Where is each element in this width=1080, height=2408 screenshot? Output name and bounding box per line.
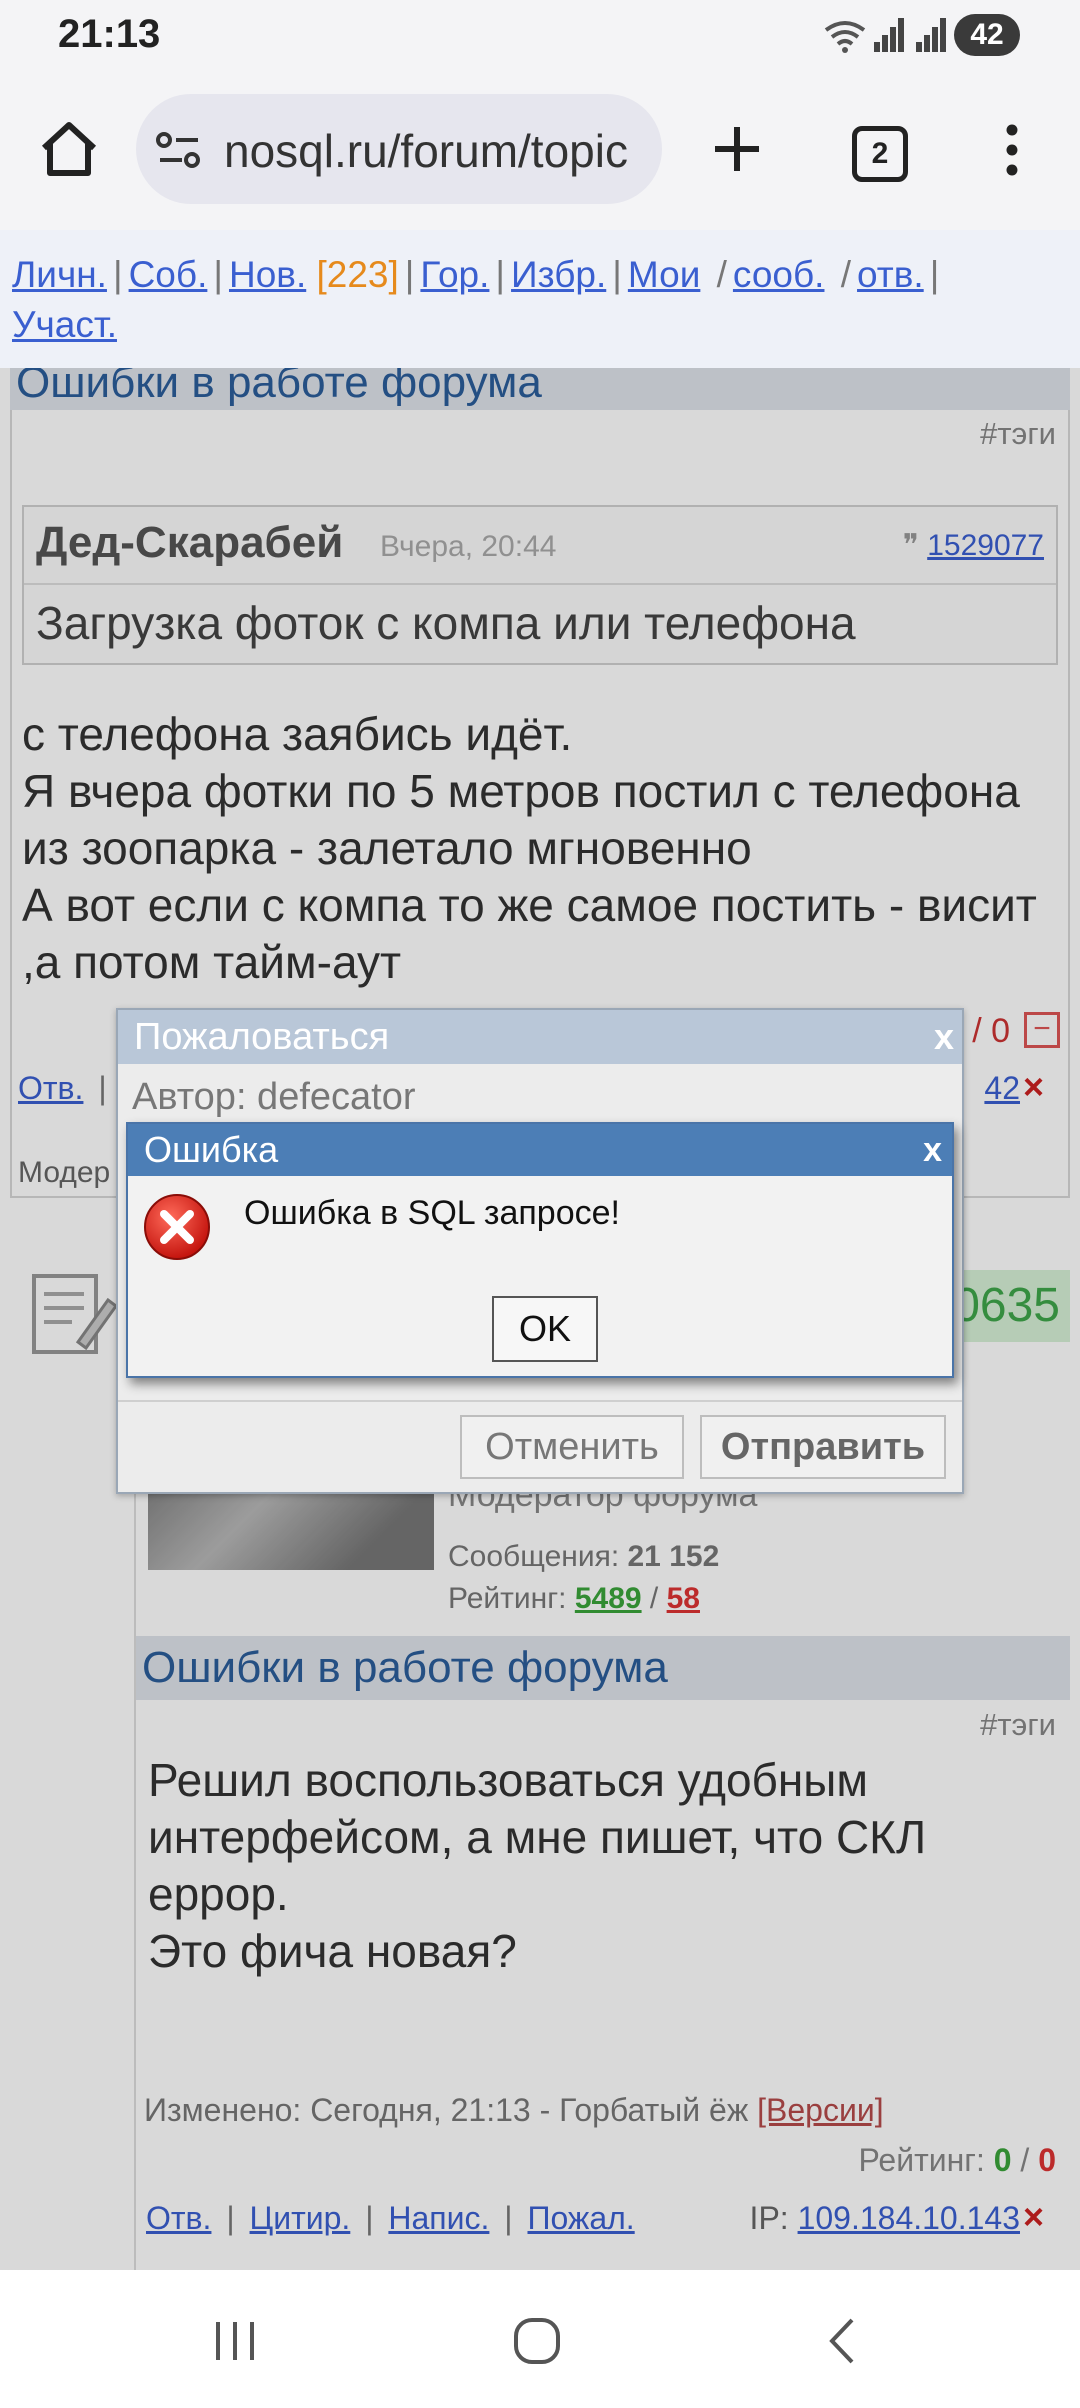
nav-participation[interactable]: Участ. <box>12 304 117 345</box>
url-text[interactable]: nosql.ru/forum/topic <box>224 124 628 178</box>
recent-apps-icon[interactable] <box>212 2318 258 2364</box>
signal-icon-1 <box>874 18 904 52</box>
nav-favorites[interactable]: Избр. <box>511 254 606 295</box>
complain-author: Автор: defecator <box>132 1076 416 1118</box>
send-button[interactable]: Отправить <box>700 1415 946 1479</box>
more-menu-icon[interactable] <box>1000 124 1024 176</box>
error-icon <box>142 1192 212 1262</box>
nav-personal[interactable]: Личн. <box>12 254 107 295</box>
error-dialog-title: Ошибка <box>128 1124 952 1176</box>
wifi-icon <box>822 18 868 54</box>
nav-mine[interactable]: Мои <box>628 254 700 295</box>
signal-icon-2 <box>916 18 946 52</box>
nav-new-count[interactable]: [223] <box>317 254 399 295</box>
status-time: 21:13 <box>58 12 161 56</box>
nav-replies[interactable]: отв. <box>857 254 924 295</box>
home-nav-icon[interactable] <box>512 2316 562 2366</box>
cancel-button[interactable]: Отменить <box>460 1415 684 1479</box>
new-tab-icon[interactable] <box>712 124 762 174</box>
complain-close-button[interactable]: x <box>934 1010 954 1064</box>
ok-button[interactable]: OK <box>492 1296 598 1362</box>
tab-switcher-button[interactable]: 2 <box>852 126 908 182</box>
dialog-divider <box>118 1400 962 1402</box>
nav-new[interactable]: Нов. <box>229 254 306 295</box>
nav-hot[interactable]: Гор. <box>420 254 489 295</box>
error-message: Ошибка в SQL запросе! <box>244 1194 620 1232</box>
home-icon[interactable] <box>38 120 100 178</box>
error-close-button[interactable]: x <box>923 1124 942 1176</box>
nav-events[interactable]: Соб. <box>129 254 208 295</box>
back-icon[interactable] <box>822 2316 862 2366</box>
forum-nav: Личн. | Соб. | Нов. [223] | Гор. | Избр. | Мои / со… <box>0 230 1080 368</box>
site-settings-icon[interactable] <box>156 130 202 170</box>
battery-icon: 42 <box>954 14 1020 56</box>
complain-dialog-title: Пожаловаться <box>118 1010 962 1064</box>
nav-my-posts[interactable]: сооб. <box>733 254 825 295</box>
